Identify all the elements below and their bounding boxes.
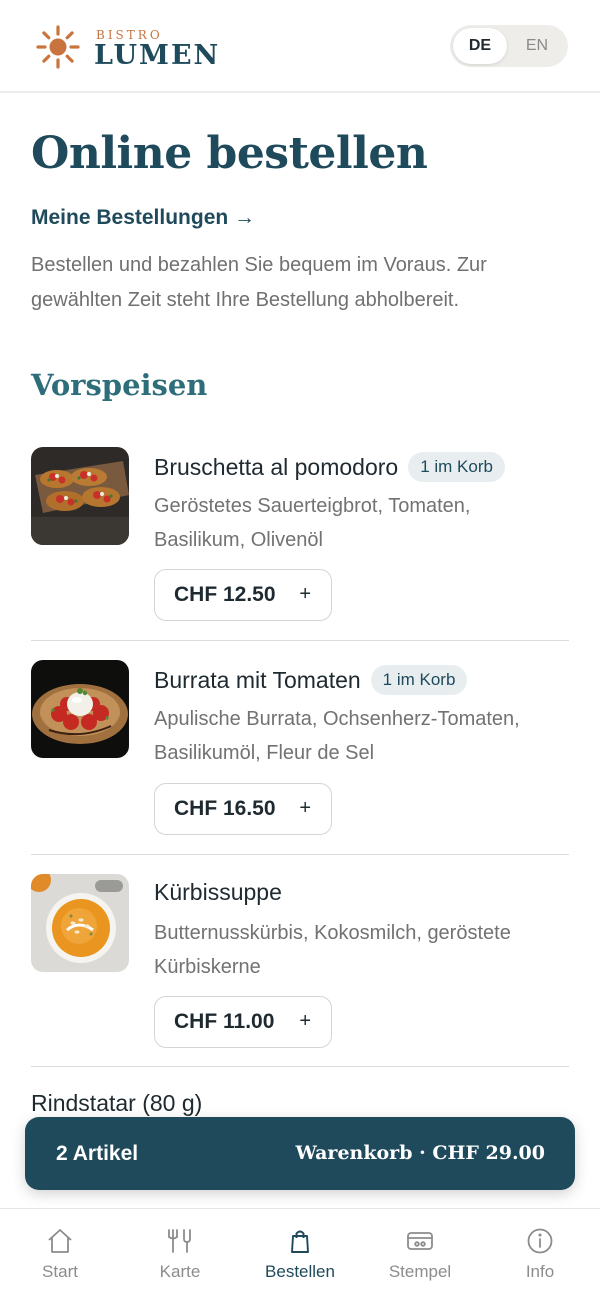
item-title: Kürbissuppe [154,879,282,905]
plus-icon: + [299,797,311,819]
plus-icon: + [299,1010,311,1032]
nav-label: Stempel [388,1262,452,1281]
price-label: CHF 16.50 [174,797,276,820]
page-title: Online bestellen [31,128,428,179]
item-name: Burrata mit Tomaten 1 im Korb [154,665,468,695]
item-title: Bruschetta al pomodoro [154,454,399,480]
nav-item-info[interactable]: Info [480,1209,600,1298]
nav-item-bestellen[interactable]: Bestellen [240,1209,360,1298]
divider [31,1066,569,1067]
divider [31,854,569,855]
info-icon [527,1228,553,1254]
cart-summary-bar[interactable]: 2 Artikel Warenkorb · CHF 29.00 [25,1117,575,1190]
item-description: Butternusskürbis, Kokosmilch, geröstete … [154,922,511,978]
add-to-cart-button[interactable]: CHF 12.50 + [154,569,332,621]
bistro-logo[interactable]: BISTRO LUMEN [36,24,236,71]
logo-title: LUMEN [94,40,221,71]
item-description: Geröstetes Sauerteigbrot, Tomaten, Basil… [154,495,471,551]
nav-item-stempel[interactable]: Stempel [360,1209,480,1298]
app-header: BISTRO LUMEN DE EN [0,0,600,93]
my-orders-link[interactable]: Meine Bestellungen → [31,206,255,230]
section-title-starters: Vorspeisen [31,368,208,402]
nav-label: Karte [159,1262,201,1281]
cutlery-icon [168,1229,191,1253]
language-en-button[interactable]: EN [510,28,564,64]
in-cart-badge: 1 im Korb [370,665,468,695]
price-label: CHF 12.50 [174,583,276,606]
stamp-card-icon [407,1232,433,1250]
price-label: CHF 11.00 [174,1010,275,1033]
item-name: Kürbissuppe [154,879,282,906]
language-switch: DE EN [450,25,568,67]
shopping-bag-icon [291,1230,309,1253]
nav-item-karte[interactable]: Karte [120,1209,240,1298]
menu-item: Kürbissuppe Butternusskürbis, Kokosmilch… [31,874,569,1054]
cart-item-count: 2 Artikel [56,1142,139,1165]
item-description: Apulische Burrata, Ochsenherz-Tomaten, B… [154,708,520,764]
item-title: Burrata mit Tomaten [154,667,361,693]
nav-label: Bestellen [265,1262,335,1281]
plus-icon: + [299,583,311,605]
menu-item: Burrata mit Tomaten 1 im Korb Apulische B… [31,660,569,840]
intro-text: Bestellen und bezahlen Sie bequem im Vor… [31,254,487,311]
bottom-navigation: Start Karte Bestellen Stempel Info [0,1208,600,1298]
burrata-image [31,660,129,758]
menu-item: Bruschetta al pomodoro 1 im Korb Geröstet… [31,447,569,627]
cart-total: Warenkorb · CHF 29.00 [295,1142,545,1164]
sun-logo-icon [36,25,80,69]
bruschetta-image [31,447,129,545]
nav-label: Info [525,1262,555,1281]
in-cart-badge: 1 im Korb [408,452,505,482]
language-de-button[interactable]: DE [453,28,507,64]
add-to-cart-button[interactable]: CHF 11.00 + [154,996,332,1048]
add-to-cart-button[interactable]: CHF 16.50 + [154,783,332,835]
item-title: Rindstatar (80 g) [31,1090,203,1116]
divider [31,640,569,641]
nav-label: Start [42,1262,78,1281]
nav-item-start[interactable]: Start [0,1209,120,1298]
pumpkin-soup-image [31,874,129,972]
item-name: Bruschetta al pomodoro 1 im Korb [154,452,505,482]
home-icon [48,1229,72,1253]
